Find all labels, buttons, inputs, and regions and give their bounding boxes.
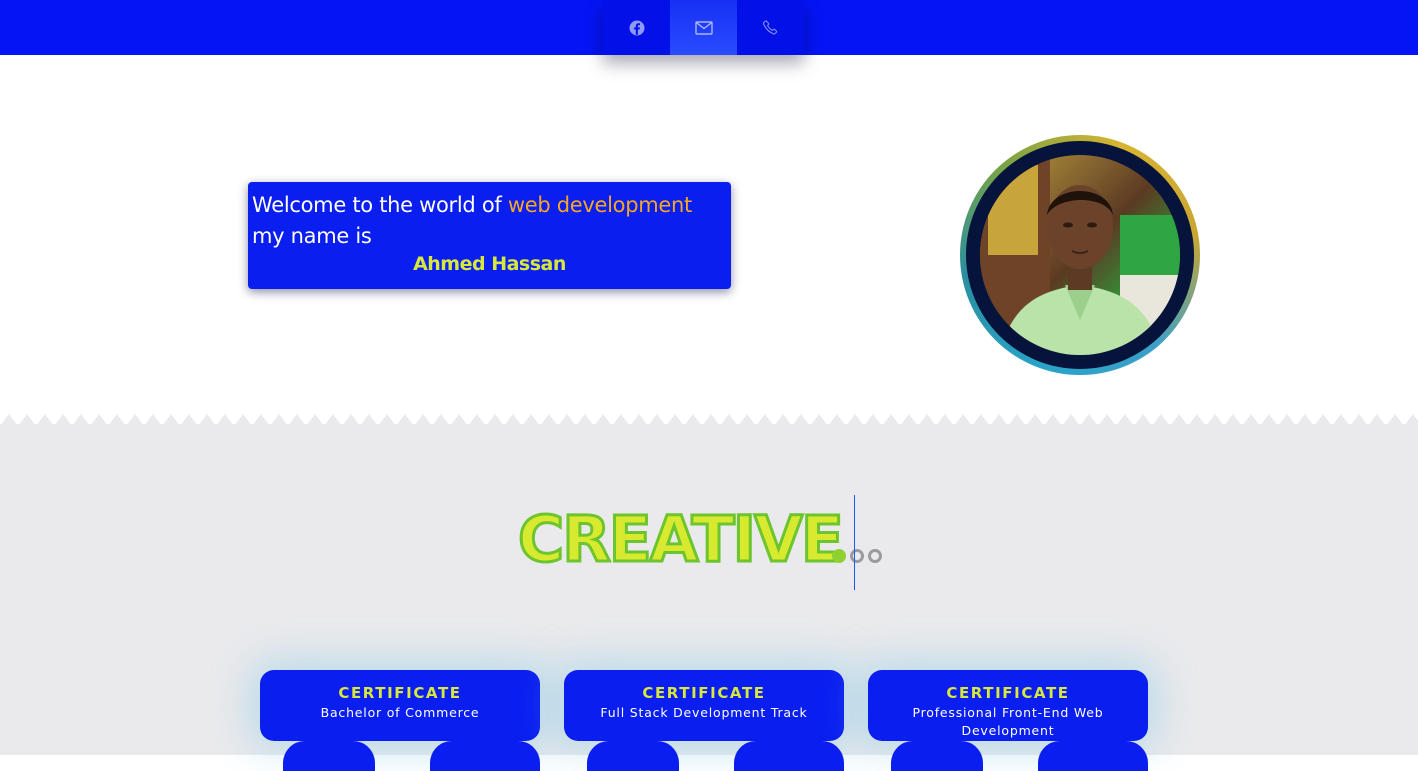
certificate-title: CERTIFICATE [642, 684, 766, 702]
profile-photo [980, 155, 1180, 355]
certificate-tab [734, 741, 844, 771]
social-links [603, 0, 804, 55]
certificate-subtitle: Full Stack Development Track [600, 705, 808, 720]
certificate-tab [430, 741, 540, 771]
phone-link[interactable] [737, 0, 804, 55]
mail-icon [694, 20, 713, 35]
owner-name: Ahmed Hassan [413, 253, 566, 275]
hero-welcome-text: Welcome to the world of web development [252, 190, 727, 221]
typing-dots [832, 549, 882, 563]
certificate-tab [283, 741, 375, 771]
dot-filled [832, 549, 846, 563]
certificate-card[interactable]: CERTIFICATE Bachelor of Commerce [260, 670, 540, 741]
certificate-tab [891, 741, 983, 771]
creative-word: CREATIVE [517, 502, 846, 578]
typing-caret [854, 495, 855, 590]
profile-avatar [960, 135, 1200, 375]
certificate-tab [587, 741, 679, 771]
certificate-card[interactable]: CERTIFICATE Full Stack Development Track [564, 670, 844, 741]
email-link[interactable] [670, 0, 737, 55]
facebook-icon [629, 20, 644, 35]
certificate-subtitle: Bachelor of Commerce [320, 705, 480, 720]
welcome-highlight: web development [507, 193, 692, 217]
welcome-name-intro: my name is [252, 224, 372, 248]
dot-outline [868, 549, 882, 563]
welcome-prefix: Welcome to the world of [252, 193, 508, 217]
hero-welcome-card: Welcome to the world of web development … [248, 182, 731, 289]
facebook-link[interactable] [603, 0, 670, 55]
phone-icon [763, 20, 778, 35]
certificate-tab [1038, 741, 1148, 771]
dot-outline [850, 549, 864, 563]
person-portrait-icon [980, 155, 1180, 355]
certificate-title: CERTIFICATE [338, 684, 462, 702]
certificate-card[interactable]: CERTIFICATE Professional Front-End Web D… [868, 670, 1148, 741]
certificate-title: CERTIFICATE [946, 684, 1070, 702]
certificate-subtitle: Professional Front-End Web Development [912, 705, 1104, 738]
